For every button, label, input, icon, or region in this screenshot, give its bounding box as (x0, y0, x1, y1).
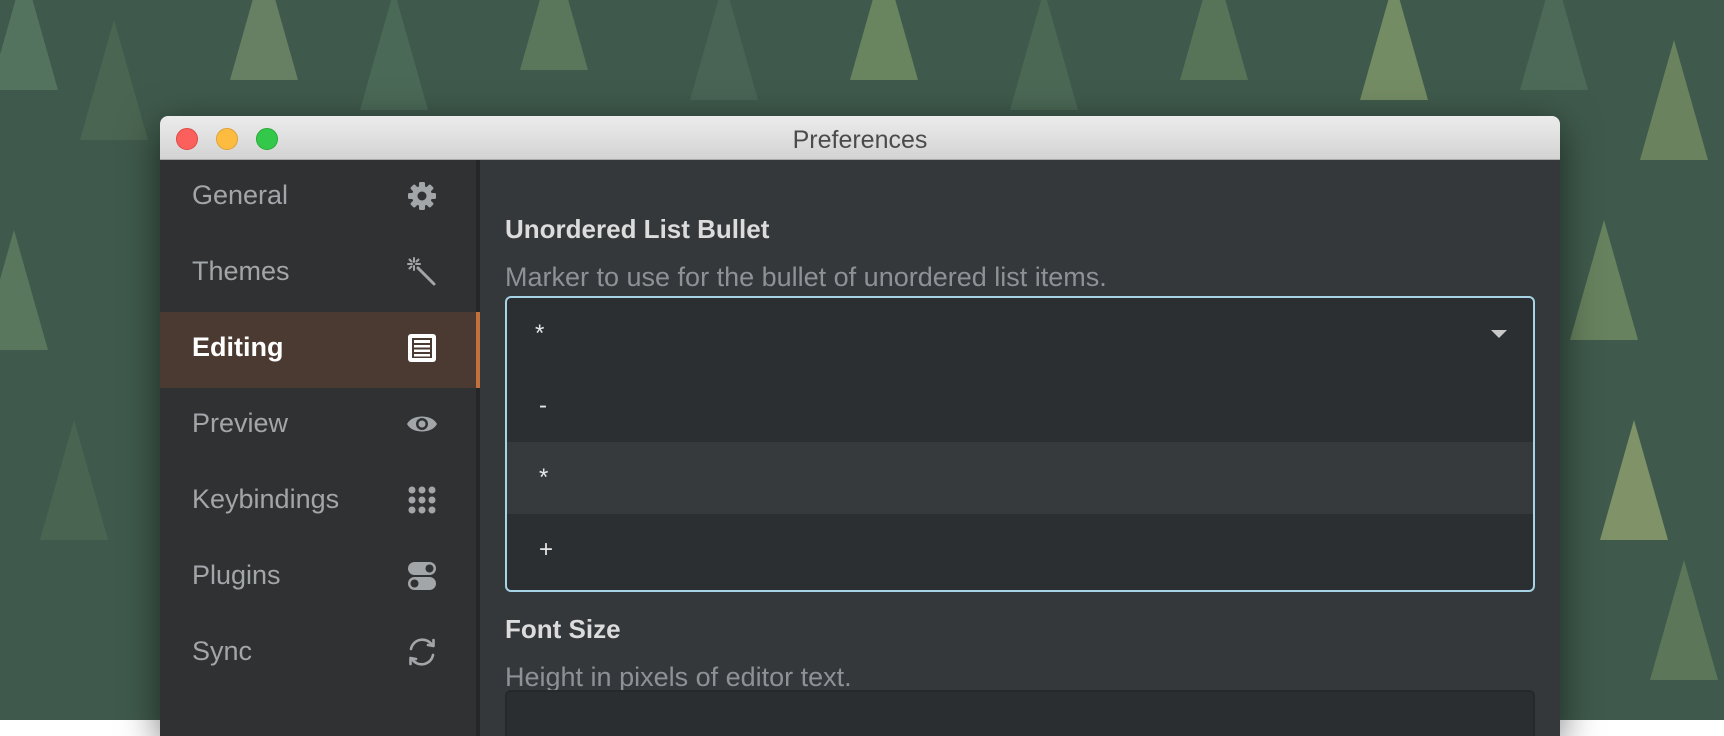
sidebar-item-themes[interactable]: Themes (160, 236, 480, 312)
tree-shape (0, 0, 58, 90)
tree-shape (1650, 560, 1718, 680)
tree-shape (1180, 0, 1248, 80)
sidebar-item-label: Preview (192, 408, 289, 438)
tree-shape (1520, 0, 1588, 90)
sidebar-item-label: Plugins (192, 560, 281, 590)
sidebar-item-sync[interactable]: Sync (160, 616, 480, 692)
bullet-option-label: * (539, 464, 549, 491)
sidebar-item-label: Editing (192, 332, 284, 362)
title-bar: Preferences (160, 116, 1560, 160)
font-size-setting-title: Font Size (505, 614, 621, 644)
bullet-select[interactable]: * - * + (505, 296, 1535, 592)
sidebar-item-plugins[interactable]: Plugins (160, 540, 480, 616)
tree-shape (1600, 420, 1668, 540)
sync-icon (406, 636, 438, 668)
tree-shape (360, 0, 428, 110)
document-icon (406, 332, 438, 364)
tree-shape (1640, 40, 1708, 160)
magic-wand-icon (406, 256, 438, 288)
tree-shape (1360, 0, 1428, 100)
tree-shape (80, 20, 148, 140)
tree-shape (520, 0, 588, 70)
sidebar-item-general[interactable]: General (160, 160, 480, 236)
tree-shape (850, 0, 918, 80)
tree-shape (230, 0, 298, 80)
toggles-icon (406, 560, 438, 592)
bullet-option-dash[interactable]: - (507, 370, 1533, 442)
sidebar-item-label: Sync (192, 636, 253, 666)
preferences-window: Preferences General Themes Editing Previ… (160, 116, 1560, 736)
eye-icon (406, 408, 438, 440)
bullet-option-asterisk[interactable]: * (507, 442, 1533, 514)
settings-content: Unordered List Bullet Marker to use for … (480, 160, 1560, 736)
sidebar-item-keybindings[interactable]: Keybindings (160, 464, 480, 540)
tree-shape (1570, 220, 1638, 340)
keypad-icon (406, 484, 438, 516)
sidebar-item-label: Keybindings (192, 484, 340, 514)
bullet-option-label: - (539, 392, 547, 419)
sidebar-item-preview[interactable]: Preview (160, 388, 480, 464)
font-size-setting-description: Height in pixels of editor text. (505, 662, 852, 692)
tree-shape (690, 0, 758, 100)
sidebar-item-editing[interactable]: Editing (160, 312, 480, 388)
tree-shape (1010, 0, 1078, 110)
tree-shape (40, 420, 108, 540)
gear-icon (406, 180, 438, 212)
bullet-setting-title: Unordered List Bullet (505, 214, 770, 244)
chevron-down-icon (1491, 330, 1507, 338)
sidebar-item-label: Themes (192, 256, 290, 286)
font-size-input[interactable] (505, 690, 1535, 736)
bullet-option-label: + (539, 536, 554, 563)
tree-shape (0, 230, 48, 350)
bullet-select-value: * (535, 320, 545, 347)
bullet-option-plus[interactable]: + (507, 514, 1533, 586)
sidebar: General Themes Editing Preview Keybindin… (160, 160, 480, 736)
window-title: Preferences (792, 126, 928, 154)
bullet-setting-description: Marker to use for the bullet of unordere… (505, 262, 1107, 292)
sidebar-item-label: General (192, 180, 289, 210)
bullet-select-current[interactable]: * (507, 298, 1533, 370)
